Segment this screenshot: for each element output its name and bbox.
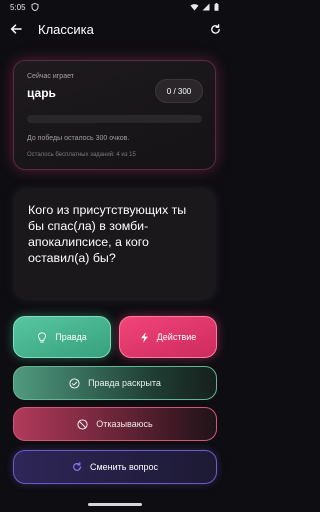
page-title: Классика (38, 21, 94, 37)
question-text: Кого из присутствующих ты бы спас(ла) в … (28, 203, 187, 265)
shield-icon (31, 3, 39, 12)
refuse-button[interactable]: Отказываюсь (13, 407, 217, 441)
truth-label: Правда (55, 332, 87, 342)
lightbulb-icon (38, 331, 47, 342)
refresh-icon (73, 462, 81, 471)
truth-revealed-button[interactable]: Правда раскрыта (13, 366, 217, 400)
truth-button[interactable]: Правда (13, 316, 111, 358)
check-circle-icon (69, 377, 80, 389)
refresh-button[interactable] (208, 22, 222, 36)
question-card: Кого из присутствующих ты бы спас(ла) в … (13, 188, 216, 300)
wifi-icon (190, 3, 199, 11)
truth-revealed-label: Правда раскрыта (88, 378, 161, 388)
dare-label: Действие (156, 332, 197, 342)
score-progress-bar (27, 115, 202, 123)
change-question-button[interactable]: Сменить вопрос (13, 450, 217, 484)
battery-icon (214, 3, 222, 11)
score-badge: 0 / 300 (155, 79, 203, 103)
block-icon (77, 418, 88, 430)
dare-button[interactable]: Действие (119, 316, 217, 358)
refresh-icon (210, 23, 220, 34)
lightning-icon (140, 331, 148, 343)
refuse-label: Отказываюсь (96, 419, 153, 429)
app-bar: Классика (0, 14, 230, 44)
arrow-left-icon (10, 24, 22, 34)
back-button[interactable] (8, 21, 24, 37)
goal-text: До победы осталось 300 очков. (27, 135, 130, 142)
change-question-label: Сменить вопрос (89, 462, 159, 472)
signal-icon (202, 3, 210, 11)
status-bar: 5:05 (0, 0, 230, 14)
free-tasks-text: Осталось бесплатных заданий: 4 из 15 (27, 152, 136, 158)
home-indicator[interactable] (88, 503, 142, 506)
status-time: 5:05 (10, 2, 26, 12)
current-player-card: Сейчас играет царь 0 / 300 До победы ост… (13, 60, 216, 170)
